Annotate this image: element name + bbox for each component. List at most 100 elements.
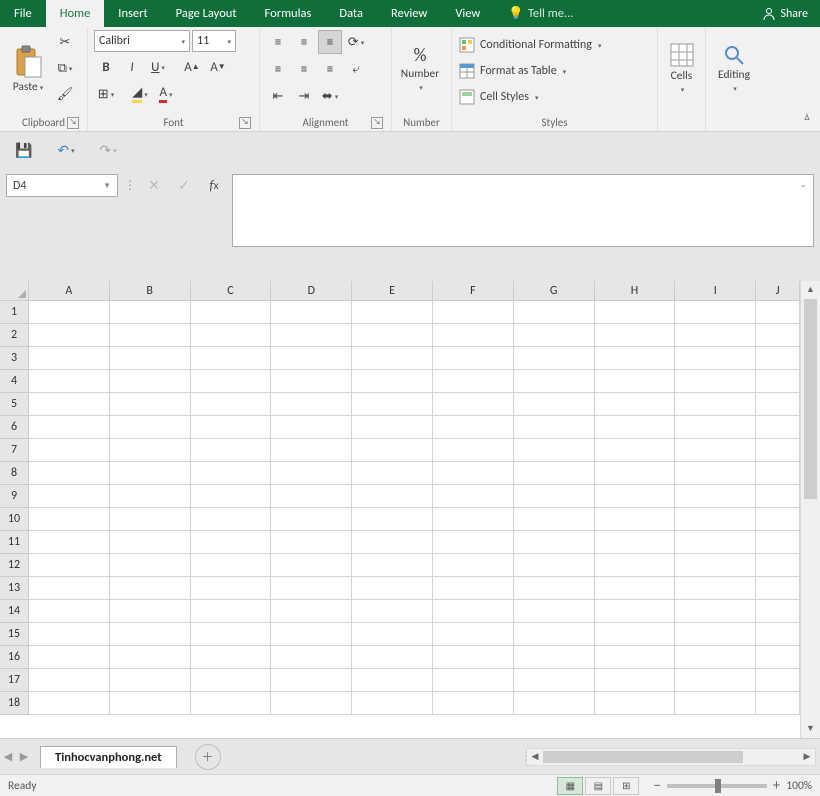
row-header-10[interactable]: 10 [0,508,29,531]
cell[interactable] [271,623,352,646]
cell[interactable] [595,370,676,393]
zoom-out-button[interactable]: − [653,777,660,795]
cell[interactable] [271,508,352,531]
cell[interactable] [110,646,191,669]
cell[interactable] [514,554,595,577]
column-header-A[interactable]: A [29,281,110,301]
cell[interactable] [29,623,110,646]
cell[interactable] [191,646,272,669]
cell[interactable] [675,600,756,623]
orientation-button[interactable]: ⟳▾ [344,30,368,54]
cell[interactable] [110,347,191,370]
italic-button[interactable]: I [120,55,144,79]
cell[interactable] [29,416,110,439]
vertical-scrollbar[interactable]: ▲ ▼ [800,281,820,738]
cells-button[interactable]: Cells▾ [664,30,699,108]
cell[interactable] [29,324,110,347]
row-header-14[interactable]: 14 [0,600,29,623]
cell[interactable] [756,554,800,577]
cell[interactable] [191,393,272,416]
cell[interactable] [110,324,191,347]
cell[interactable] [271,669,352,692]
cell[interactable] [514,347,595,370]
cell[interactable] [595,393,676,416]
number-format-button[interactable]: % Number▾ [398,30,442,108]
cell[interactable] [675,531,756,554]
expand-formula-bar-button[interactable]: ⌄ [799,179,807,190]
cell[interactable] [110,439,191,462]
font-dialog-launcher[interactable]: ↘ [239,117,251,129]
row-header-4[interactable]: 4 [0,370,29,393]
row-header-3[interactable]: 3 [0,347,29,370]
cell[interactable] [675,462,756,485]
cell[interactable] [756,508,800,531]
cell[interactable] [433,393,514,416]
tab-view[interactable]: View [441,0,494,27]
cell[interactable] [110,485,191,508]
row-header-8[interactable]: 8 [0,462,29,485]
cell[interactable] [433,508,514,531]
cell[interactable] [191,577,272,600]
row-header-11[interactable]: 11 [0,531,29,554]
cell[interactable] [191,508,272,531]
cell[interactable] [595,554,676,577]
cell[interactable] [756,462,800,485]
cell[interactable] [675,439,756,462]
cell[interactable] [352,577,433,600]
cell[interactable] [271,531,352,554]
cell[interactable] [191,485,272,508]
cell[interactable] [29,531,110,554]
zoom-slider[interactable] [667,784,767,788]
cell[interactable] [271,646,352,669]
font-name-select[interactable]: Calibri▾ [94,30,190,52]
column-header-E[interactable]: E [352,281,433,301]
clipboard-dialog-launcher[interactable]: ↘ [67,117,79,129]
cell[interactable] [433,600,514,623]
row-headers[interactable]: 123456789101112131415161718 [0,301,29,715]
cell[interactable] [191,531,272,554]
cell[interactable] [191,554,272,577]
cell[interactable] [352,669,433,692]
cell[interactable] [191,416,272,439]
name-box[interactable]: D4 ▼ [6,174,118,197]
cell[interactable] [352,554,433,577]
enter-formula-button[interactable]: ✓ [172,174,196,198]
cell[interactable] [514,531,595,554]
undo-button[interactable]: ↶▾ [54,138,78,162]
cell[interactable] [433,554,514,577]
cell[interactable] [110,393,191,416]
cell-area[interactable] [29,301,800,738]
cell[interactable] [29,600,110,623]
sheet-tab-active[interactable]: Tinhocvanphong.net [40,746,177,768]
save-button[interactable]: 💾 [12,138,36,162]
cell[interactable] [352,416,433,439]
cell[interactable] [352,485,433,508]
row-header-5[interactable]: 5 [0,393,29,416]
align-bottom-button[interactable]: ≡ [318,30,342,54]
cell[interactable] [191,301,272,324]
cell[interactable] [29,646,110,669]
wrap-text-button[interactable]: ⤶ [344,57,368,81]
tab-formulas[interactable]: Formulas [251,0,326,27]
cell[interactable] [675,669,756,692]
cell[interactable] [29,669,110,692]
cell[interactable] [191,623,272,646]
cell[interactable] [514,692,595,715]
cell[interactable] [595,600,676,623]
cell[interactable] [433,531,514,554]
cell[interactable] [271,439,352,462]
cell[interactable] [514,508,595,531]
cell[interactable] [595,669,676,692]
cell[interactable] [595,646,676,669]
cell[interactable] [29,301,110,324]
column-header-B[interactable]: B [110,281,191,301]
cell[interactable] [514,669,595,692]
cell[interactable] [756,623,800,646]
cell[interactable] [675,393,756,416]
cell[interactable] [110,416,191,439]
cell[interactable] [675,692,756,715]
column-header-D[interactable]: D [271,281,352,301]
cell[interactable] [675,347,756,370]
cell[interactable] [433,416,514,439]
cell[interactable] [595,577,676,600]
